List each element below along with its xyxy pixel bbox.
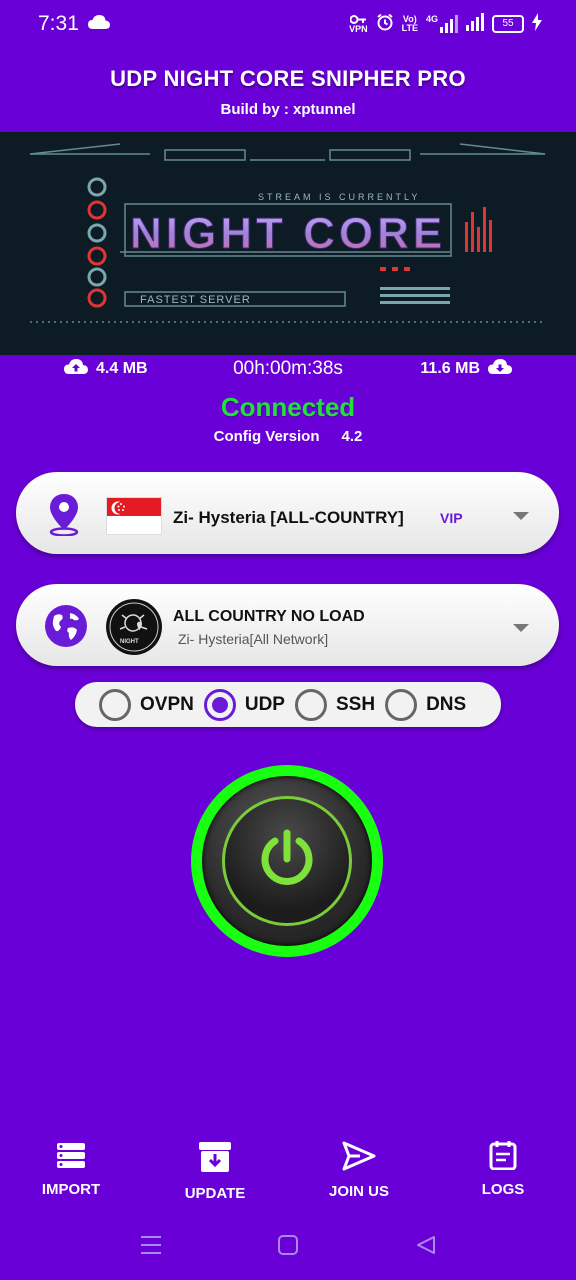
lte-label: LTE bbox=[401, 22, 418, 33]
status-bar: 7:31 VPN Vo) LTE 4G 55 bbox=[0, 0, 576, 52]
config-version-label: Config Version bbox=[213, 428, 320, 445]
battery-icon: 55 bbox=[492, 14, 524, 33]
back-icon[interactable] bbox=[416, 1235, 436, 1260]
vpn-key-icon: VPN bbox=[349, 14, 368, 34]
location-pin-icon bbox=[44, 492, 84, 541]
status-icons: VPN Vo) LTE 4G 55 bbox=[349, 13, 542, 34]
volte-icon: Vo) LTE bbox=[401, 14, 418, 33]
network-type-label: 4G bbox=[425, 13, 438, 24]
protocol-option-ssh[interactable]: SSH bbox=[294, 688, 376, 721]
config-version: Config Version 4.2 bbox=[0, 428, 576, 445]
chevron-down-icon[interactable] bbox=[513, 624, 529, 632]
network-title: ALL COUNTRY NO LOAD bbox=[173, 608, 365, 625]
power-icon bbox=[255, 827, 319, 896]
radio-dns[interactable] bbox=[385, 688, 418, 721]
calendar-log-icon bbox=[489, 1141, 517, 1174]
protocol-selector: OVPN UDP SSH DNS bbox=[75, 682, 501, 727]
singapore-flag-icon bbox=[106, 497, 162, 535]
import-label: IMPORT bbox=[41, 1181, 101, 1198]
recent-apps-icon[interactable] bbox=[140, 1235, 162, 1260]
protocol-label-dns: DNS bbox=[426, 693, 467, 715]
protocol-label-udp: UDP bbox=[244, 693, 285, 715]
radio-ovpn[interactable] bbox=[99, 688, 131, 721]
cloud-icon bbox=[88, 14, 110, 35]
signal-icon bbox=[466, 13, 484, 34]
banner-bottom-text: FASTEST SERVER bbox=[140, 294, 251, 306]
system-navigation-bar bbox=[0, 1232, 576, 1258]
network-logo: NIGHT bbox=[106, 599, 162, 655]
banner-logo-text: NIGHT CORE bbox=[130, 209, 446, 258]
charging-icon bbox=[532, 13, 542, 34]
vpn-label: VPN bbox=[349, 23, 368, 34]
battery-level: 55 bbox=[502, 18, 514, 29]
power-button-face bbox=[222, 796, 352, 926]
update-label: UPDATE bbox=[184, 1185, 246, 1202]
banner-image: STREAM IS CURRENTLY NIGHT CORE FASTEST S… bbox=[0, 132, 576, 355]
banner-graphic: STREAM IS CURRENTLY NIGHT CORE FASTEST S… bbox=[0, 132, 576, 355]
network-subtitle: Zi- Hysteria[All Network] bbox=[178, 631, 329, 647]
server-stack-icon bbox=[56, 1143, 86, 1174]
update-button[interactable]: UPDATE bbox=[155, 1140, 275, 1202]
signal-4g-icon: 4G bbox=[425, 13, 458, 33]
server-name: Zi- Hysteria [ALL-COUNTRY] bbox=[173, 508, 404, 527]
connection-status: Connected bbox=[220, 392, 356, 422]
server-selector[interactable]: Zi- Hysteria [ALL-COUNTRY] VIP bbox=[16, 472, 559, 554]
cloud-download-icon bbox=[488, 358, 512, 380]
connect-power-button[interactable] bbox=[191, 765, 383, 957]
protocol-option-udp[interactable]: UDP bbox=[203, 688, 285, 721]
protocol-option-dns[interactable]: DNS bbox=[385, 688, 467, 721]
join-us-button[interactable]: JOIN US bbox=[299, 1140, 419, 1200]
send-icon bbox=[342, 1141, 376, 1176]
archive-download-icon bbox=[198, 1142, 232, 1178]
banner-top-text: STREAM IS CURRENTLY bbox=[258, 192, 420, 202]
config-version-value: 4.2 bbox=[341, 428, 363, 445]
app-title: UDP NIGHT CORE SNIPHER PRO bbox=[110, 66, 466, 91]
network-logo-text: NIGHT bbox=[120, 639, 139, 645]
home-icon[interactable] bbox=[278, 1235, 298, 1260]
protocol-label-ovpn: OVPN bbox=[140, 693, 194, 715]
download-stat: 11.6 MB bbox=[420, 358, 512, 380]
vip-badge: VIP bbox=[440, 510, 463, 526]
alarm-icon bbox=[376, 13, 394, 34]
radio-ssh[interactable] bbox=[294, 688, 327, 721]
logs-label: LOGS bbox=[481, 1181, 525, 1198]
logs-button[interactable]: LOGS bbox=[443, 1140, 563, 1198]
radio-udp[interactable] bbox=[203, 688, 236, 721]
download-value: 11.6 MB bbox=[420, 360, 480, 377]
status-time: 7:31 bbox=[38, 12, 79, 35]
chevron-down-icon[interactable] bbox=[513, 512, 529, 520]
app-subtitle: Build by : xptunnel bbox=[220, 101, 356, 118]
protocol-option-ovpn[interactable]: OVPN bbox=[99, 688, 194, 721]
duration-value: 00h:00m:38s bbox=[233, 358, 343, 379]
join-us-label: JOIN US bbox=[328, 1183, 389, 1200]
import-button[interactable]: IMPORT bbox=[11, 1140, 131, 1198]
globe-icon bbox=[44, 604, 88, 653]
power-button-ring bbox=[202, 776, 372, 946]
network-selector[interactable]: NIGHT ALL COUNTRY NO LOAD Zi- Hysteria[A… bbox=[16, 584, 559, 666]
protocol-label-ssh: SSH bbox=[335, 693, 376, 715]
